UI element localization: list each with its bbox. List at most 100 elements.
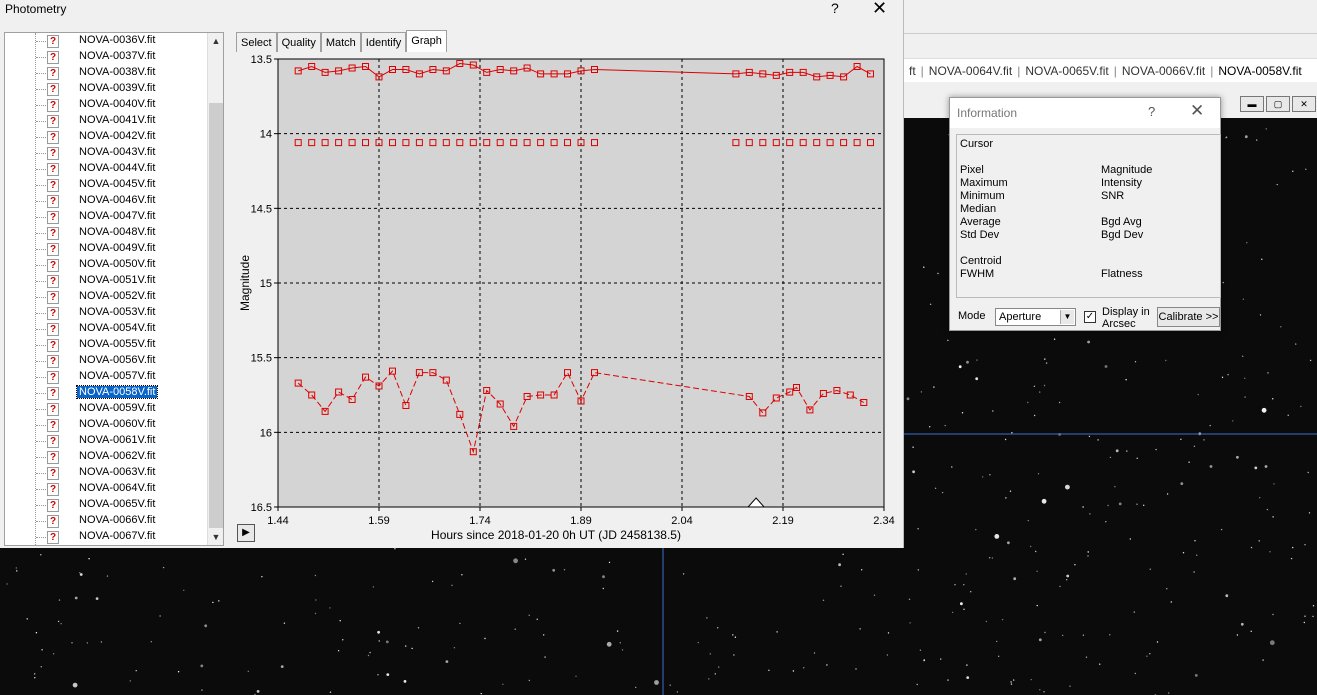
file-list-item[interactable]: ? NOVA-0059V.fit xyxy=(5,401,209,417)
file-list[interactable]: ? NOVA-0036V.fit? NOVA-0037V.fit? NOVA-0038… xyxy=(4,32,224,546)
help-icon[interactable]: ? xyxy=(1148,104,1155,119)
file-list-item[interactable]: ? NOVA-0056V.fit xyxy=(5,353,209,369)
star xyxy=(908,598,911,600)
image-tab[interactable]: NOVA-0066V.fit xyxy=(1117,64,1210,78)
file-name: NOVA-0037V.fit xyxy=(79,50,156,62)
scroll-down-icon[interactable]: ▼ xyxy=(208,529,223,545)
file-list-item[interactable]: ? NOVA-0051V.fit xyxy=(5,273,209,289)
file-list-item[interactable]: ? NOVA-0048V.fit xyxy=(5,225,209,241)
file-list-item[interactable]: ? NOVA-0061V.fit xyxy=(5,433,209,449)
file-list-item[interactable]: ? NOVA-0046V.fit xyxy=(5,193,209,209)
tab-select[interactable]: Select xyxy=(236,32,277,53)
star xyxy=(315,599,317,601)
image-tab-active[interactable]: NOVA-0058V.fit xyxy=(1213,64,1306,78)
file-list-item[interactable]: ? NOVA-0036V.fit xyxy=(5,33,209,49)
file-list-item[interactable]: ? NOVA-0052V.fit xyxy=(5,289,209,305)
scroll-up-icon[interactable]: ▲ xyxy=(208,33,223,49)
star xyxy=(1038,638,1042,642)
file-list-item[interactable]: ? NOVA-0053V.fit xyxy=(5,305,209,321)
star xyxy=(1194,674,1198,677)
star xyxy=(966,360,969,364)
calibrate-button[interactable]: Calibrate >> xyxy=(1157,307,1220,327)
star xyxy=(1292,546,1294,549)
star xyxy=(6,583,8,585)
star xyxy=(1013,577,1017,581)
tab-identify[interactable]: Identify xyxy=(360,32,407,53)
star xyxy=(1309,359,1312,362)
file-list-item[interactable]: ? NOVA-0041V.fit xyxy=(5,113,209,129)
file-list-item[interactable]: ? NOVA-0064V.fit xyxy=(5,481,209,497)
file-name: NOVA-0063V.fit xyxy=(79,466,156,478)
star xyxy=(337,650,340,652)
tree-connector xyxy=(36,217,46,218)
file-list-item[interactable]: ? NOVA-0043V.fit xyxy=(5,145,209,161)
star xyxy=(947,679,949,681)
file-name: NOVA-0053V.fit xyxy=(79,306,156,318)
file-list-item[interactable]: ? NOVA-0037V.fit xyxy=(5,49,209,65)
star xyxy=(200,664,204,668)
minimize-icon[interactable]: ▬ xyxy=(1240,96,1264,112)
file-list-item[interactable]: ? NOVA-0049V.fit xyxy=(5,241,209,257)
file-list-item[interactable]: ? NOVA-0062V.fit xyxy=(5,449,209,465)
star xyxy=(954,584,956,586)
star xyxy=(1044,358,1046,360)
help-icon[interactable]: ? xyxy=(831,0,839,16)
image-tab[interactable]: NOVA-0065V.fit xyxy=(1020,64,1113,78)
star xyxy=(528,614,530,616)
scroll-thumb[interactable] xyxy=(209,103,223,528)
star xyxy=(1099,663,1101,665)
file-list-item[interactable]: ? NOVA-0047V.fit xyxy=(5,209,209,225)
close-icon[interactable]: ✕ xyxy=(872,0,887,19)
restore-icon[interactable]: ▢ xyxy=(1266,96,1290,112)
tab-graph[interactable]: Graph xyxy=(406,30,447,53)
tab-quality[interactable]: Quality xyxy=(276,32,321,53)
file-list-item[interactable]: ? NOVA-0063V.fit xyxy=(5,465,209,481)
star xyxy=(405,645,407,647)
chevron-down-icon[interactable]: ▼ xyxy=(1060,310,1074,324)
light-curve-chart[interactable]: 1.44 1.59 1.74 1.89 2.04 2.19 2.34 13.5 14 14.5 15… xyxy=(233,52,902,546)
star xyxy=(1065,484,1070,490)
star xyxy=(951,611,954,614)
file-list-item[interactable]: ? NOVA-0040V.fit xyxy=(5,97,209,113)
star xyxy=(1180,482,1184,485)
file-list-item[interactable]: ? NOVA-0050V.fit xyxy=(5,257,209,273)
image-tab[interactable]: NOVA-0064V.fit xyxy=(924,64,1017,78)
file-list-item[interactable]: ? NOVA-0058V.fit xyxy=(5,385,209,401)
mode-select[interactable]: Aperture ▼ xyxy=(995,308,1076,326)
unknown-file-icon: ? xyxy=(47,403,59,416)
file-name: NOVA-0042V.fit xyxy=(79,130,156,142)
play-icon[interactable]: ▶ xyxy=(237,524,255,542)
unknown-file-icon: ? xyxy=(47,99,59,112)
file-list-item[interactable]: ? NOVA-0042V.fit xyxy=(5,129,209,145)
tab-match[interactable]: Match xyxy=(320,32,361,53)
star xyxy=(1188,461,1190,463)
display-arcsec-checkbox[interactable]: ✓ xyxy=(1084,311,1096,323)
file-list-item[interactable]: ? NOVA-0044V.fit xyxy=(5,161,209,177)
star xyxy=(431,580,434,583)
file-list-item[interactable]: ? NOVA-0060V.fit xyxy=(5,417,209,433)
star xyxy=(575,675,577,677)
file-list-item[interactable]: ? NOVA-0057V.fit xyxy=(5,369,209,385)
star xyxy=(1312,615,1314,618)
file-list-item[interactable]: ? NOVA-0055V.fit xyxy=(5,337,209,353)
close-icon[interactable]: ✕ xyxy=(1292,96,1316,112)
star xyxy=(1304,615,1306,617)
cursor-label: Cursor xyxy=(960,138,994,150)
file-list-item[interactable]: ? NOVA-0067V.fit xyxy=(5,529,209,545)
file-list-item[interactable]: ? NOVA-0045V.fit xyxy=(5,177,209,193)
star xyxy=(60,623,62,625)
file-list-item[interactable]: ? NOVA-0039V.fit xyxy=(5,81,209,97)
star xyxy=(714,673,716,675)
file-list-item[interactable]: ? NOVA-0038V.fit xyxy=(5,65,209,81)
star xyxy=(1262,659,1264,661)
star xyxy=(1170,601,1173,603)
file-list-scrollbar[interactable]: ▲ ▼ xyxy=(207,33,223,545)
file-list-item[interactable]: ? NOVA-0065V.fit xyxy=(5,497,209,513)
star xyxy=(1156,641,1159,643)
file-list-item[interactable]: ? NOVA-0054V.fit xyxy=(5,321,209,337)
star xyxy=(1036,570,1038,572)
magnitude-label: Magnitude xyxy=(1101,164,1153,176)
close-icon[interactable]: ✕ xyxy=(1190,101,1204,121)
image-tab[interactable]: ft xyxy=(904,64,921,78)
file-list-item[interactable]: ? NOVA-0066V.fit xyxy=(5,513,209,529)
